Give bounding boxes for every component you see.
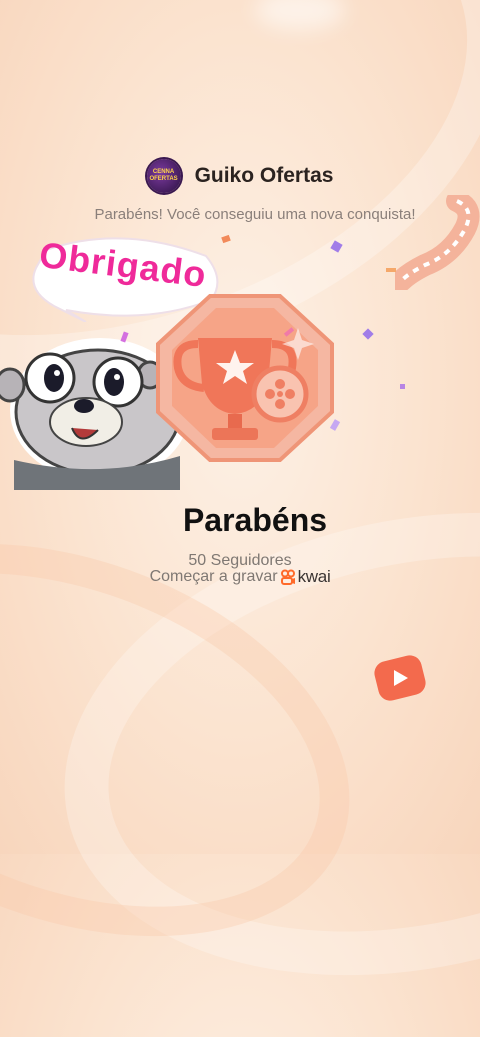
app-logo-text: CENNA OFERTAS xyxy=(149,169,178,182)
play-button-icon xyxy=(374,655,426,701)
confetti xyxy=(386,268,396,272)
confetti xyxy=(221,234,231,244)
achievement-heading: Parabéns xyxy=(182,502,328,538)
confetti xyxy=(330,240,343,253)
confetti xyxy=(400,384,405,389)
film-strip-icon xyxy=(395,195,480,290)
start-recording-link[interactable]: Começar a gravar kwai xyxy=(0,567,480,587)
confetti xyxy=(362,328,374,340)
kwai-logo-icon xyxy=(280,569,295,585)
background-swirl xyxy=(21,451,480,1037)
film-reel-icon xyxy=(251,365,309,423)
kwai-brand-text: kwai xyxy=(297,567,331,586)
app-name: Guiko Ofertas xyxy=(194,164,334,187)
app-logo[interactable]: CENNA OFERTAS xyxy=(146,159,181,193)
background-glow xyxy=(255,0,345,30)
header: CENNA OFERTAS Guiko Ofertas xyxy=(0,159,480,193)
trophy-medal-icon xyxy=(156,294,334,462)
start-recording-label: Começar a gravar xyxy=(149,568,278,585)
